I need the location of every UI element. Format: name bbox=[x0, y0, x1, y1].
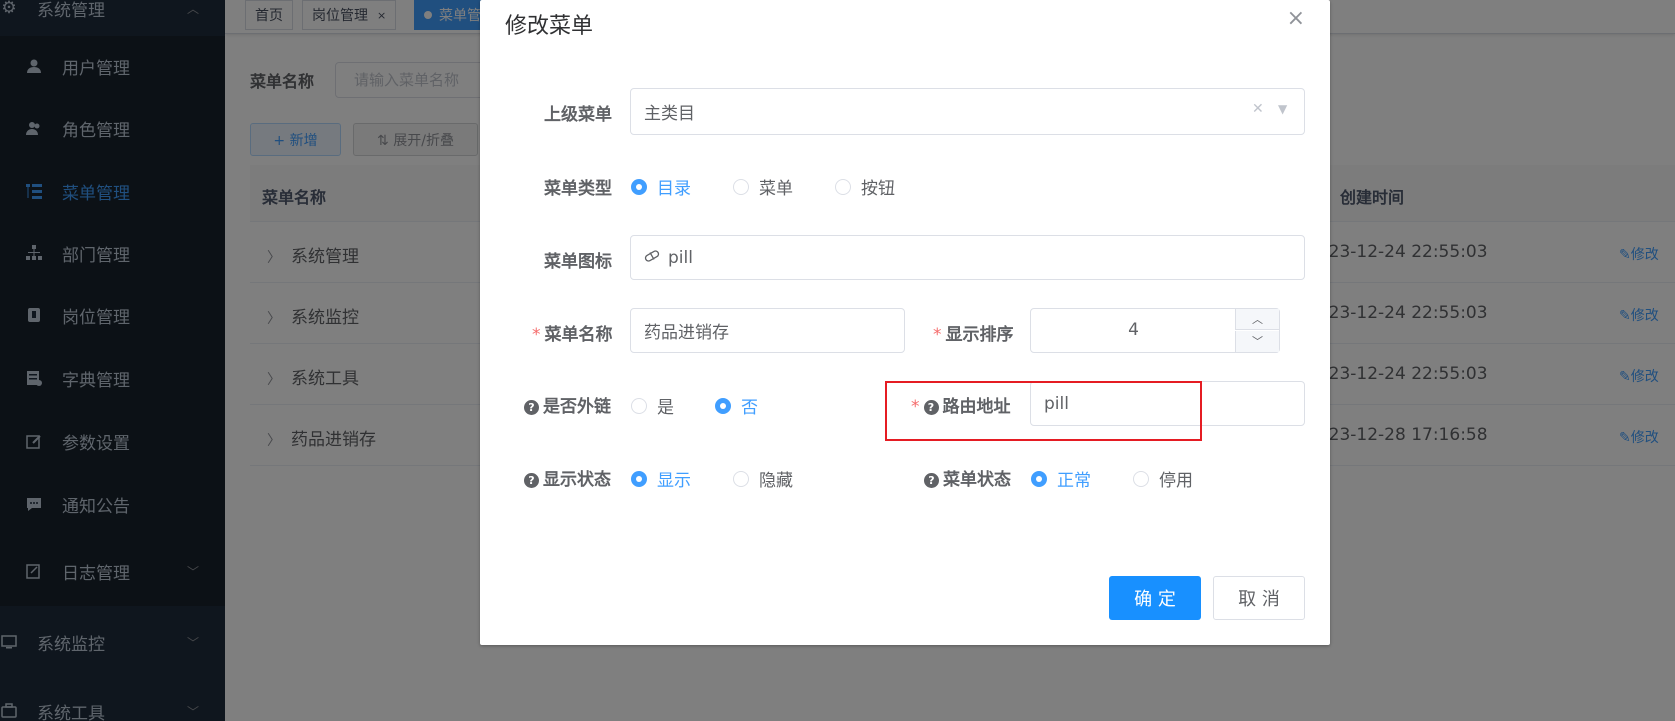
menu-status-label: ? 菜单状态 bbox=[924, 465, 1011, 490]
close-icon[interactable]: × bbox=[1287, 6, 1305, 31]
highlight-box bbox=[885, 381, 1202, 441]
radio-status-normal[interactable]: 正常 bbox=[1031, 466, 1091, 491]
parent-menu-label: 上级菜单 bbox=[544, 105, 612, 125]
radio-visible-show[interactable]: 显示 bbox=[631, 466, 691, 491]
external-link-label: ? 是否外链 bbox=[524, 392, 611, 417]
question-icon[interactable]: ? bbox=[524, 473, 539, 488]
caret-down-icon[interactable]: ▼ bbox=[1278, 102, 1287, 116]
display-order-stepper[interactable]: 4 ︿ ﹀ bbox=[1030, 308, 1280, 353]
increment-icon[interactable]: ︿ bbox=[1235, 309, 1279, 330]
confirm-button[interactable]: 确 定 bbox=[1109, 576, 1201, 620]
menu-icon-input[interactable]: pill bbox=[630, 235, 1305, 280]
pill-icon bbox=[644, 249, 660, 267]
dialog-title: 修改菜单 bbox=[505, 14, 594, 39]
cancel-button[interactable]: 取 消 bbox=[1213, 576, 1305, 620]
menu-name-input[interactable]: 药品进销存 bbox=[630, 308, 905, 353]
visible-status-label: ? 显示状态 bbox=[524, 465, 611, 490]
radio-type-directory[interactable]: 目录 bbox=[631, 174, 691, 199]
menu-type-label: 菜单类型 bbox=[544, 179, 612, 199]
menu-icon-label: 菜单图标 bbox=[544, 252, 612, 272]
radio-external-yes[interactable]: 是 bbox=[631, 393, 674, 418]
decrement-icon[interactable]: ﹀ bbox=[1235, 331, 1279, 352]
question-icon[interactable]: ? bbox=[924, 473, 939, 488]
clear-icon[interactable]: ✕ bbox=[1252, 101, 1264, 117]
radio-external-no[interactable]: 否 bbox=[715, 393, 758, 418]
display-order-label: * 显示排序 bbox=[933, 325, 1014, 345]
menu-name-label: * 菜单名称 bbox=[532, 325, 613, 345]
radio-visible-hide[interactable]: 隐藏 bbox=[733, 466, 793, 491]
radio-type-button[interactable]: 按钮 bbox=[835, 174, 895, 199]
radio-status-disabled[interactable]: 停用 bbox=[1133, 466, 1193, 491]
radio-type-menu[interactable]: 菜单 bbox=[733, 174, 793, 199]
question-icon[interactable]: ? bbox=[524, 400, 539, 415]
parent-menu-select[interactable]: 主类目 bbox=[630, 88, 1305, 135]
